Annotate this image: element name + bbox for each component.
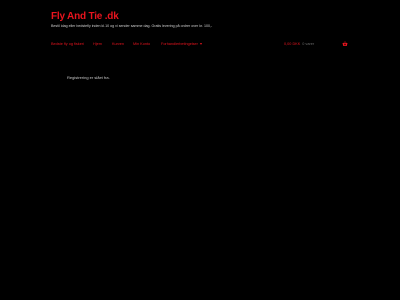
site-tagline: Bestil idag eller bedstefly inden kl.10 …	[51, 24, 213, 28]
cart-item-count: 0 varer	[302, 42, 315, 46]
shopping-basket-icon[interactable]	[342, 41, 348, 47]
chevron-down-icon: ▾	[199, 42, 202, 46]
nav-item-min-konto[interactable]: Min Konto	[133, 42, 150, 47]
nav-item-bedste-fly[interactable]: Bedste fly og fiskeri	[51, 42, 84, 47]
cart-total: 0,00 DKK	[284, 42, 301, 46]
nav-item-hjem[interactable]: Hjem	[93, 42, 102, 47]
nav-item-forhandlerbetingelser[interactable]: Forhandlerbetingelser ▾	[161, 42, 202, 47]
registration-disabled-message: Registrering er slået fra.	[67, 75, 110, 80]
site-title[interactable]: Fly And Tie .dk	[51, 11, 119, 23]
nav-item-forhandlerbetingelser-label: Forhandlerbetingelser	[161, 42, 198, 46]
page: Fly And Tie .dk Bestil idag eller bedste…	[0, 0, 400, 300]
nav-item-kurven[interactable]: Kurven	[112, 42, 124, 47]
cart-summary[interactable]: 0,00 DKK 0 varer	[284, 42, 314, 47]
